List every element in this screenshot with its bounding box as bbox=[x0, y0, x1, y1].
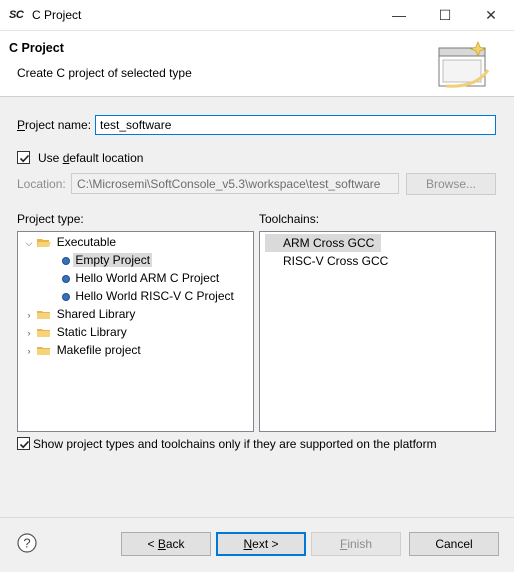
location-input[interactable] bbox=[71, 173, 399, 194]
chevron-down-icon[interactable]: ⌵ bbox=[24, 234, 34, 252]
tree-item-shared-library[interactable]: › Shared Library bbox=[24, 305, 137, 323]
footer-divider bbox=[0, 517, 514, 518]
tree-item-label: Executable bbox=[56, 235, 117, 249]
svg-text:?: ? bbox=[23, 536, 30, 551]
chevron-right-icon[interactable]: › bbox=[24, 342, 34, 360]
tree-item-label: Shared Library bbox=[56, 307, 136, 321]
minimize-button[interactable]: — bbox=[376, 0, 422, 31]
toolchains-list[interactable]: ARM Cross GCC RISC-V Cross GCC bbox=[259, 231, 496, 432]
chevron-right-icon[interactable]: › bbox=[24, 324, 34, 342]
project-template-icon bbox=[62, 274, 70, 283]
project-template-icon bbox=[62, 256, 70, 265]
location-label: Location: bbox=[17, 177, 66, 191]
window-title: C Project bbox=[32, 8, 82, 22]
page-title: C Project bbox=[9, 41, 64, 55]
tree-item-empty-project[interactable]: Empty Project bbox=[62, 251, 153, 269]
toolchains-label: Toolchains: bbox=[259, 212, 320, 226]
maximize-button[interactable]: ☐ bbox=[422, 0, 468, 31]
project-template-icon bbox=[62, 292, 70, 301]
app-logo-icon: SC bbox=[9, 9, 24, 21]
project-name-label-text: roject name: bbox=[25, 118, 92, 132]
tree-item-label: Makefile project bbox=[56, 343, 141, 357]
platform-filter-checkbox[interactable] bbox=[17, 437, 30, 450]
tree-item-label: Empty Project bbox=[73, 253, 153, 267]
back-button-label: < Back bbox=[147, 537, 185, 551]
toolchain-item-label: RISC-V Cross GCC bbox=[283, 254, 389, 268]
chevron-right-icon[interactable]: › bbox=[24, 306, 34, 324]
next-button-label: Next > bbox=[243, 537, 279, 551]
close-button[interactable]: ✕ bbox=[468, 0, 514, 31]
toolchain-item-riscv[interactable]: RISC-V Cross GCC bbox=[265, 252, 388, 270]
toolchain-item-arm[interactable]: ARM Cross GCC bbox=[265, 234, 381, 252]
browse-button[interactable]: Browse... bbox=[406, 173, 496, 195]
tree-item-hello-world-arm[interactable]: Hello World ARM C Project bbox=[62, 269, 221, 287]
tree-item-static-library[interactable]: › Static Library bbox=[24, 323, 129, 341]
use-default-location-text: Use default location bbox=[38, 151, 144, 165]
help-icon[interactable]: ? bbox=[17, 533, 37, 553]
back-button[interactable]: < Back bbox=[121, 532, 211, 556]
tree-item-makefile-project[interactable]: › Makefile project bbox=[24, 341, 143, 359]
project-name-label-mnemonic: P bbox=[17, 118, 26, 132]
tree-item-label: Hello World RISC-V C Project bbox=[75, 289, 234, 303]
folder-icon bbox=[37, 328, 51, 337]
tree-item-executable[interactable]: ⌵ Executable bbox=[24, 233, 118, 251]
platform-filter-label[interactable]: Show project types and toolchains only i… bbox=[33, 437, 437, 451]
folder-icon bbox=[37, 346, 51, 355]
folder-open-icon bbox=[37, 238, 52, 247]
finish-button[interactable]: Finish bbox=[311, 532, 401, 556]
checkmark-icon bbox=[19, 440, 30, 449]
tree-item-label: Static Library bbox=[56, 325, 127, 339]
cancel-button[interactable]: Cancel bbox=[409, 532, 499, 556]
finish-button-label: Finish bbox=[339, 537, 373, 551]
tree-item-hello-world-riscv[interactable]: Hello World RISC-V C Project bbox=[62, 287, 236, 305]
project-type-label: Project type: bbox=[17, 212, 84, 226]
tree-item-label: Hello World ARM C Project bbox=[75, 271, 220, 285]
checkmark-icon bbox=[19, 154, 30, 163]
toolchain-item-label: ARM Cross GCC bbox=[283, 236, 375, 250]
project-name-label: Project name: bbox=[17, 118, 91, 132]
project-name-input[interactable] bbox=[95, 115, 496, 135]
wizard-banner-icon bbox=[438, 40, 490, 88]
project-type-tree[interactable]: ⌵ Executable Empty Project Hello World A… bbox=[17, 231, 254, 432]
folder-icon bbox=[37, 310, 51, 319]
use-default-location-checkbox[interactable] bbox=[17, 151, 30, 164]
use-default-location-label[interactable]: Use default location bbox=[38, 151, 143, 165]
page-description: Create C project of selected type bbox=[17, 66, 192, 80]
next-button[interactable]: Next > bbox=[216, 532, 306, 556]
